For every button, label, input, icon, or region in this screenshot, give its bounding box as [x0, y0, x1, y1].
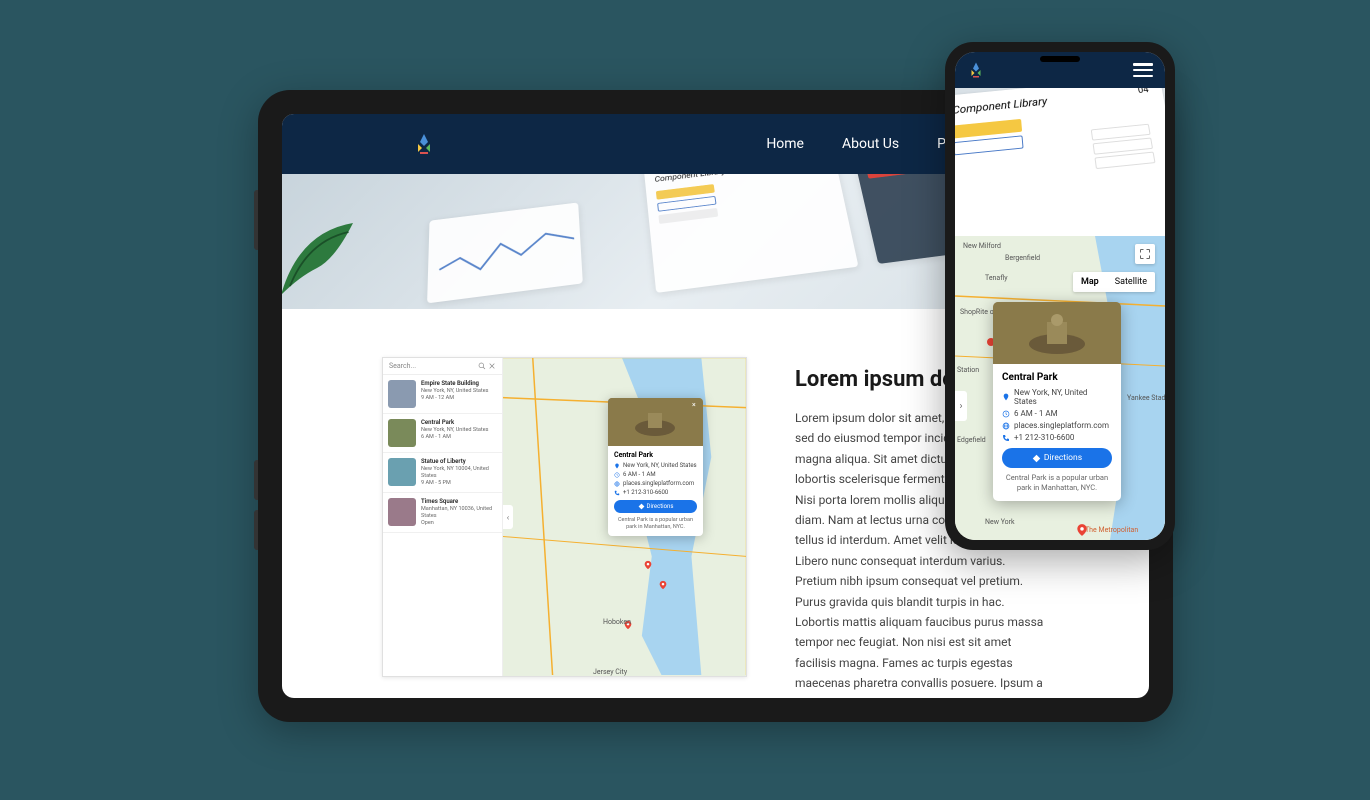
- popup-website: places.singleplatform.com: [623, 480, 694, 487]
- popup-phone: +1 212-310-6600: [623, 489, 668, 496]
- place-item[interactable]: Empire State Building New York, NY, Unit…: [383, 375, 502, 414]
- place-address: New York, NY 10004, United States: [421, 466, 497, 480]
- place-name: Central Park: [421, 419, 488, 427]
- map-type-tabs: Map Satellite: [1073, 272, 1155, 292]
- nav-home[interactable]: Home: [766, 136, 804, 152]
- map-label: Tenafly: [985, 274, 1008, 282]
- places-sidebar: Search... Empire State Building New York…: [383, 358, 503, 676]
- place-hours: 6 AM - 1 AM: [421, 434, 488, 441]
- phone-device: Component Library 04: [945, 42, 1175, 550]
- place-item[interactable]: Statue of Liberty New York, NY 10004, Un…: [383, 453, 502, 493]
- place-address: New York, NY, United States: [421, 388, 488, 395]
- tablet-power: [254, 190, 258, 250]
- nav-about[interactable]: About Us: [842, 136, 899, 152]
- popup-hours: 6 AM - 1 AM: [1014, 409, 1058, 418]
- place-item[interactable]: Times Square Manhattan, NY 10036, United…: [383, 493, 502, 533]
- search-bar[interactable]: Search...: [383, 358, 502, 375]
- globe-icon: [614, 481, 620, 487]
- popup-hours: 6 AM - 1 AM: [623, 471, 656, 478]
- phone-icon: [614, 490, 620, 496]
- map-tab[interactable]: Map: [1073, 272, 1107, 292]
- map-label: Yankee Stadium: [1127, 394, 1165, 402]
- phone-notch: [1040, 56, 1080, 62]
- popup-hero-image: [993, 302, 1121, 364]
- map-label: New Milford: [963, 242, 1001, 250]
- popup-hero-image: [608, 398, 703, 446]
- hamburger-menu-button[interactable]: [1133, 63, 1153, 77]
- place-item[interactable]: Central Park New York, NY, United States…: [383, 414, 502, 453]
- map-pin-icon[interactable]: [643, 558, 653, 572]
- sidebar-expand-button[interactable]: ›: [955, 391, 967, 421]
- place-thumbnail: [388, 458, 416, 486]
- popup-title: Central Park: [1002, 372, 1112, 383]
- popup-title: Central Park: [614, 451, 697, 459]
- place-thumbnail: [388, 419, 416, 447]
- place-address: Manhattan, NY 10036, United States: [421, 506, 497, 520]
- map-pin-icon[interactable]: [658, 578, 668, 592]
- map-widget: Search... Empire State Building New York…: [382, 357, 747, 677]
- map-label: Station: [957, 366, 979, 374]
- place-thumbnail: [388, 498, 416, 526]
- popup-address: New York, NY, United States: [1014, 388, 1112, 406]
- clock-icon: [1002, 410, 1010, 418]
- directions-button[interactable]: Directions: [614, 500, 697, 513]
- phone-screen: Component Library 04: [955, 52, 1165, 540]
- map-label: Hoboken: [603, 618, 631, 626]
- map-label: The Metropolitan: [1085, 526, 1138, 534]
- popup-description: Central Park is a popular urban park in …: [1002, 473, 1112, 493]
- satellite-tab[interactable]: Satellite: [1107, 272, 1155, 292]
- tablet-volume-up: [254, 510, 258, 550]
- map-label: Bergenfield: [1005, 254, 1040, 262]
- popup-phone: +1 212-310-6600: [1014, 433, 1074, 442]
- location-icon: [614, 463, 620, 469]
- map-canvas[interactable]: ‹ Jersey City Hoboken × Cent: [503, 358, 746, 676]
- directions-icon: [638, 503, 645, 510]
- mobile-map[interactable]: Map Satellite New Milford Bergenfield Te…: [955, 236, 1165, 540]
- search-icon: [478, 362, 486, 370]
- directions-icon: [1032, 454, 1041, 463]
- brand-logo[interactable]: [412, 132, 436, 156]
- place-hours: 9 AM - 12 AM: [421, 395, 488, 402]
- place-hours: Open: [421, 520, 497, 527]
- place-hours: 9 AM - 5 PM: [421, 480, 497, 487]
- tablet-volume-down: [254, 460, 258, 500]
- mobile-hero: Component Library 04: [955, 88, 1165, 236]
- place-popup: Central Park New York, NY, United States…: [993, 302, 1121, 501]
- search-placeholder: Search...: [389, 362, 476, 370]
- fullscreen-button[interactable]: [1135, 244, 1155, 264]
- hero-card: [427, 202, 583, 303]
- place-popup: × Central Park New York, NY, United Stat…: [608, 398, 703, 536]
- fullscreen-icon: [1139, 248, 1151, 260]
- brand-logo[interactable]: [967, 61, 985, 79]
- place-name: Statue of Liberty: [421, 458, 497, 466]
- map-pin-icon[interactable]: [1075, 521, 1089, 539]
- place-address: New York, NY, United States: [421, 427, 488, 434]
- place-thumbnail: [388, 380, 416, 408]
- directions-button[interactable]: Directions: [1002, 448, 1112, 468]
- popup-close-button[interactable]: ×: [692, 401, 700, 409]
- place-name: Times Square: [421, 498, 497, 506]
- clock-icon: [614, 472, 620, 478]
- place-name: Empire State Building: [421, 380, 488, 388]
- map-label: Edgefield: [957, 436, 986, 444]
- close-icon[interactable]: [488, 362, 496, 370]
- location-icon: [1002, 393, 1010, 401]
- phone-icon: [1002, 434, 1010, 442]
- popup-website: places.singleplatform.com: [1014, 421, 1109, 430]
- globe-icon: [1002, 422, 1010, 430]
- popup-description: Central Park is a popular urban park in …: [614, 517, 697, 531]
- popup-address: New York, NY, United States: [623, 462, 697, 469]
- map-label: New York: [985, 518, 1015, 526]
- map-label: Jersey City: [593, 668, 627, 676]
- hero-card: Component Library 04: [644, 174, 859, 293]
